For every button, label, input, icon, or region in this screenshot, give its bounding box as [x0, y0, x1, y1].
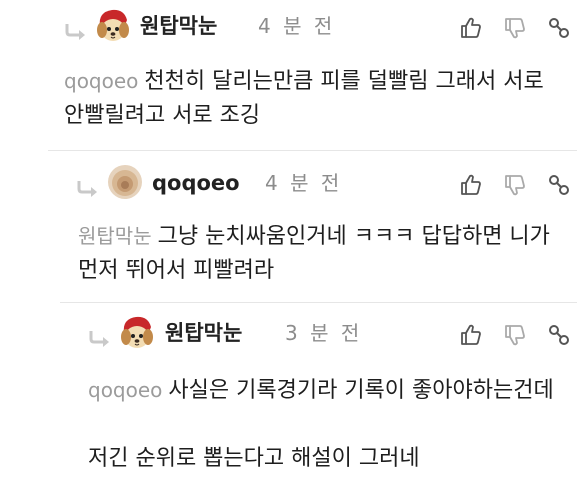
comment-nickname[interactable]: qoqoeo	[152, 171, 240, 195]
thumbs-down-icon[interactable]	[503, 173, 527, 197]
share-link-icon[interactable]	[547, 173, 571, 197]
comment-actions	[459, 16, 569, 40]
comment-time: 4 분 전	[258, 14, 336, 38]
comment-paragraph: qoqoeo 사실은 기록경기라 기록이 좋아야하는건데	[88, 373, 564, 408]
comment-header: 원탑막눈 4 분 전	[0, 6, 577, 46]
comment-actions	[459, 323, 569, 347]
comment-text: 사실은 기록경기라 기록이 좋아야하는건데	[168, 378, 554, 403]
comment-1: 원탑막눈 4 분 전 qoqoeo 천천히 달리는만큼 피를 덜빨림 그래서 서로…	[0, 0, 577, 148]
avatar-blurred-icon[interactable]	[106, 163, 144, 201]
comment-2: qoqoeo 4 분 전 원탑막눈 그냥 눈치싸움인거네 ㅋㅋㅋ 답답하면 니가 …	[48, 150, 577, 301]
comment-header: 원탑막눈 3 분 전	[60, 313, 577, 353]
comment-body: 원탑막눈 그냥 눈치싸움인거네 ㅋㅋㅋ 답답하면 니가 먼저 뛰어서 피빨려라	[78, 219, 575, 288]
share-link-icon[interactable]	[547, 16, 571, 40]
reply-arrow-icon	[88, 329, 112, 347]
comment-3: 원탑막눈 3 분 전 qoqoeo 사실은 기록경기라 기록이 좋아야하는건데 저…	[60, 302, 577, 503]
comment-time: 4 분 전	[265, 171, 343, 195]
thumbs-up-icon[interactable]	[459, 173, 483, 197]
comment-header: qoqoeo 4 분 전	[48, 163, 577, 203]
reply-arrow-icon	[64, 22, 88, 40]
comment-body: qoqoeo 사실은 기록경기라 기록이 좋아야하는건데 저긴 순위로 뽑는다고 …	[88, 373, 564, 476]
comment-body: qoqoeo 천천히 달리는만큼 피를 덜빨림 그래서 서로 안빨릴려고 서로 조…	[64, 64, 559, 133]
reply-arrow-icon	[76, 179, 100, 197]
avatar-dog-icon[interactable]	[118, 313, 156, 351]
thumbs-up-icon[interactable]	[459, 323, 483, 347]
mention[interactable]: 원탑막눈	[78, 224, 152, 248]
comment-nickname[interactable]: 원탑막눈	[165, 321, 242, 345]
share-link-icon[interactable]	[547, 323, 571, 347]
comment-actions	[459, 173, 569, 197]
thumbs-down-icon[interactable]	[503, 16, 527, 40]
thumbs-down-icon[interactable]	[503, 323, 527, 347]
comment-time: 3 분 전	[285, 321, 363, 345]
comment-text-2: 저긴 순위로 뽑는다고 해설이 그러네	[88, 446, 420, 471]
mention[interactable]: qoqoeo	[64, 69, 138, 93]
comment-nickname[interactable]: 원탑막눈	[140, 14, 217, 38]
thumbs-up-icon[interactable]	[459, 16, 483, 40]
mention[interactable]: qoqoeo	[88, 378, 162, 402]
avatar-dog-icon[interactable]	[94, 6, 132, 44]
